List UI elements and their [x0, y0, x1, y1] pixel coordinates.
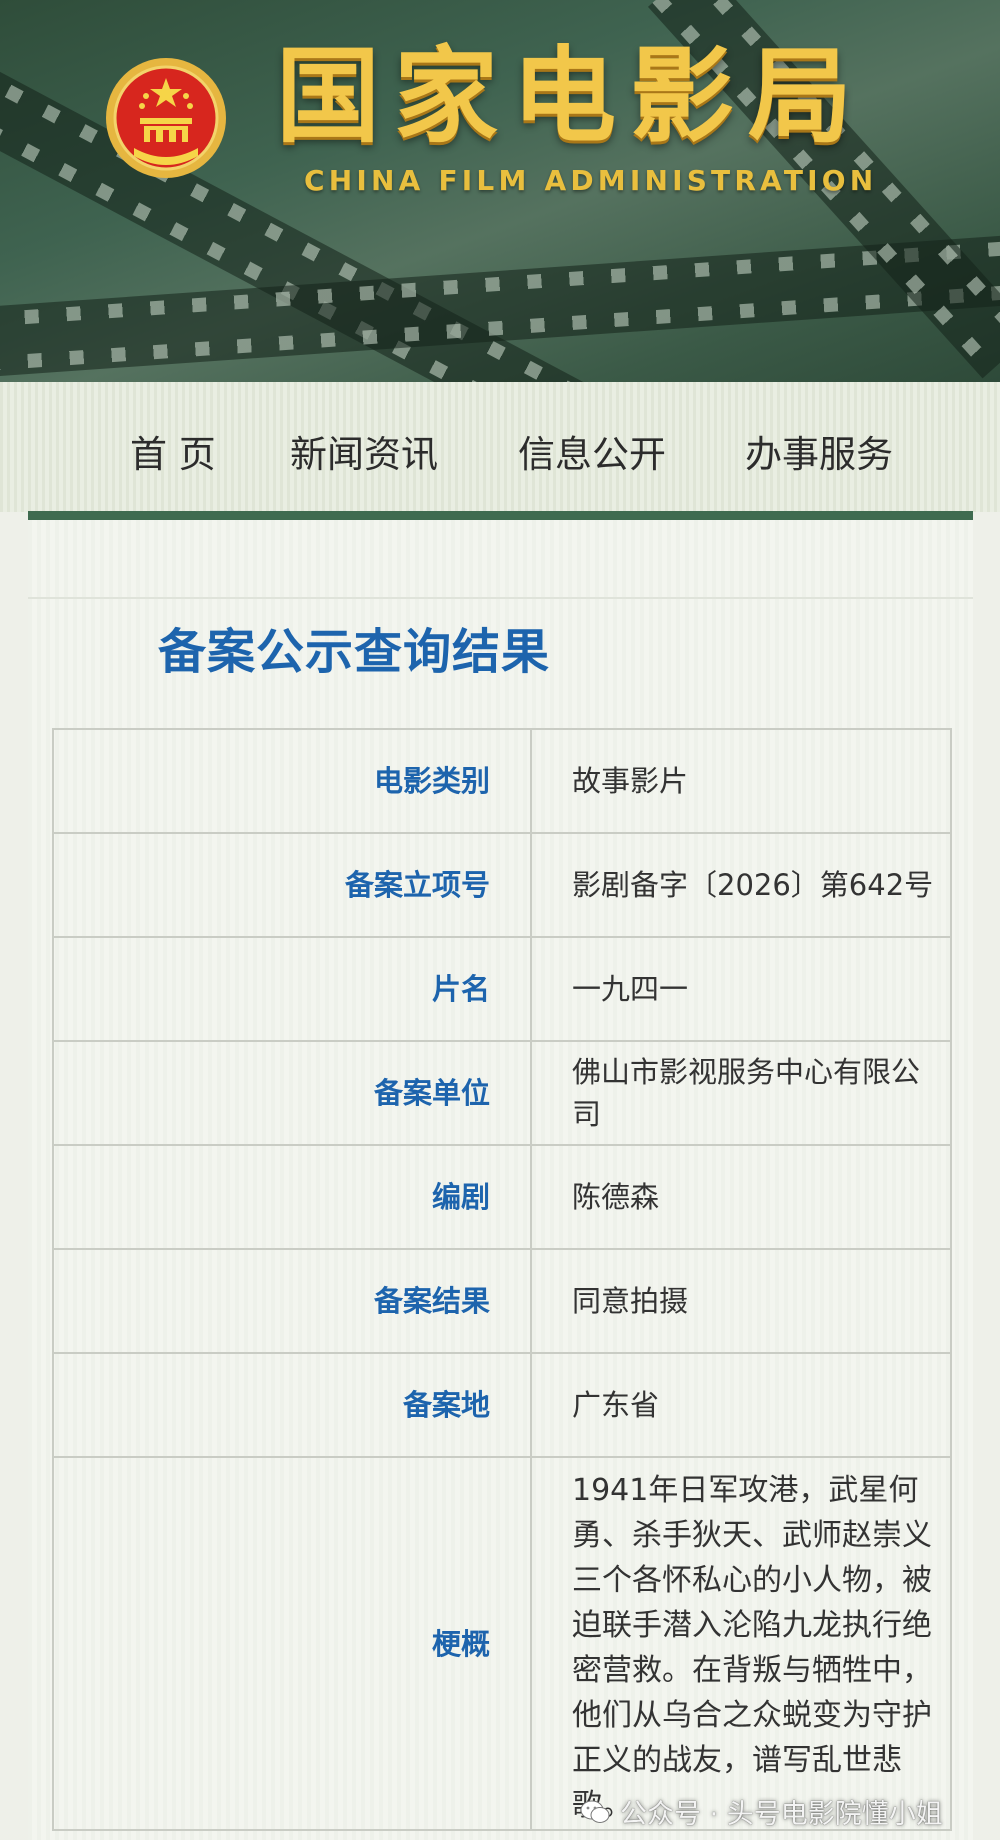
table-row: 编剧 陈德森 — [52, 1144, 952, 1250]
field-value: 同意拍摄 — [530, 1248, 952, 1354]
field-value: 影剧备字〔2026〕第642号 — [530, 832, 952, 938]
table-row: 电影类别 故事影片 — [52, 728, 952, 834]
header-banner: 国家电影局 CHINA FILM ADMINISTRATION — [0, 0, 1000, 382]
field-value: 广东省 — [530, 1352, 952, 1458]
site-subtitle: CHINA FILM ADMINISTRATION — [304, 164, 878, 197]
table-row: 备案地 广东省 — [52, 1352, 952, 1458]
field-value: 一九四一 — [530, 936, 952, 1042]
national-emblem-icon — [106, 58, 226, 178]
field-value: 陈德森 — [530, 1144, 952, 1250]
field-label: 备案地 — [52, 1352, 532, 1458]
synopsis-text: 1941年日军攻港，武星何勇、杀手狄天、武师赵崇义三个各怀私心的小人物，被迫联手… — [530, 1456, 952, 1831]
nav-item-services[interactable]: 办事服务 — [745, 424, 893, 478]
nav-divider — [28, 511, 973, 520]
content-divider — [28, 597, 973, 599]
nav-item-info-disclosure[interactable]: 信息公开 — [518, 424, 666, 478]
table-row: 片名 一九四一 — [52, 936, 952, 1042]
nav-item-home[interactable]: 首 页 — [130, 424, 216, 478]
table-row: 备案单位 佛山市影视服务中心有限公司 — [52, 1040, 952, 1146]
field-label: 梗概 — [52, 1456, 532, 1831]
watermark: 公众号 · 头号电影院懂小姐 — [580, 1792, 943, 1831]
field-label: 电影类别 — [52, 728, 532, 834]
page-title: 备案公示查询结果 — [158, 624, 551, 680]
main-nav: 首 页 新闻资讯 信息公开 办事服务 — [0, 382, 1000, 512]
record-table: 电影类别 故事影片 备案立项号 影剧备字〔2026〕第642号 片名 一九四一 … — [52, 728, 952, 1831]
field-value: 佛山市影视服务中心有限公司 — [530, 1040, 952, 1146]
field-label: 备案立项号 — [52, 832, 532, 938]
nav-item-news[interactable]: 新闻资讯 — [290, 424, 438, 478]
table-row: 梗概 1941年日军攻港，武星何勇、杀手狄天、武师赵崇义三个各怀私心的小人物，被… — [52, 1456, 952, 1831]
field-label: 备案结果 — [52, 1248, 532, 1354]
site-title[interactable]: 国家电影局 — [276, 44, 866, 148]
watermark-text: 公众号 · 头号电影院懂小姐 — [620, 1799, 943, 1830]
field-value: 故事影片 — [530, 728, 952, 834]
field-label: 编剧 — [52, 1144, 532, 1250]
table-row: 备案结果 同意拍摄 — [52, 1248, 952, 1354]
wechat-official-account-icon — [580, 1800, 610, 1823]
field-label: 备案单位 — [52, 1040, 532, 1146]
table-row: 备案立项号 影剧备字〔2026〕第642号 — [52, 832, 952, 938]
field-label: 片名 — [52, 936, 532, 1042]
